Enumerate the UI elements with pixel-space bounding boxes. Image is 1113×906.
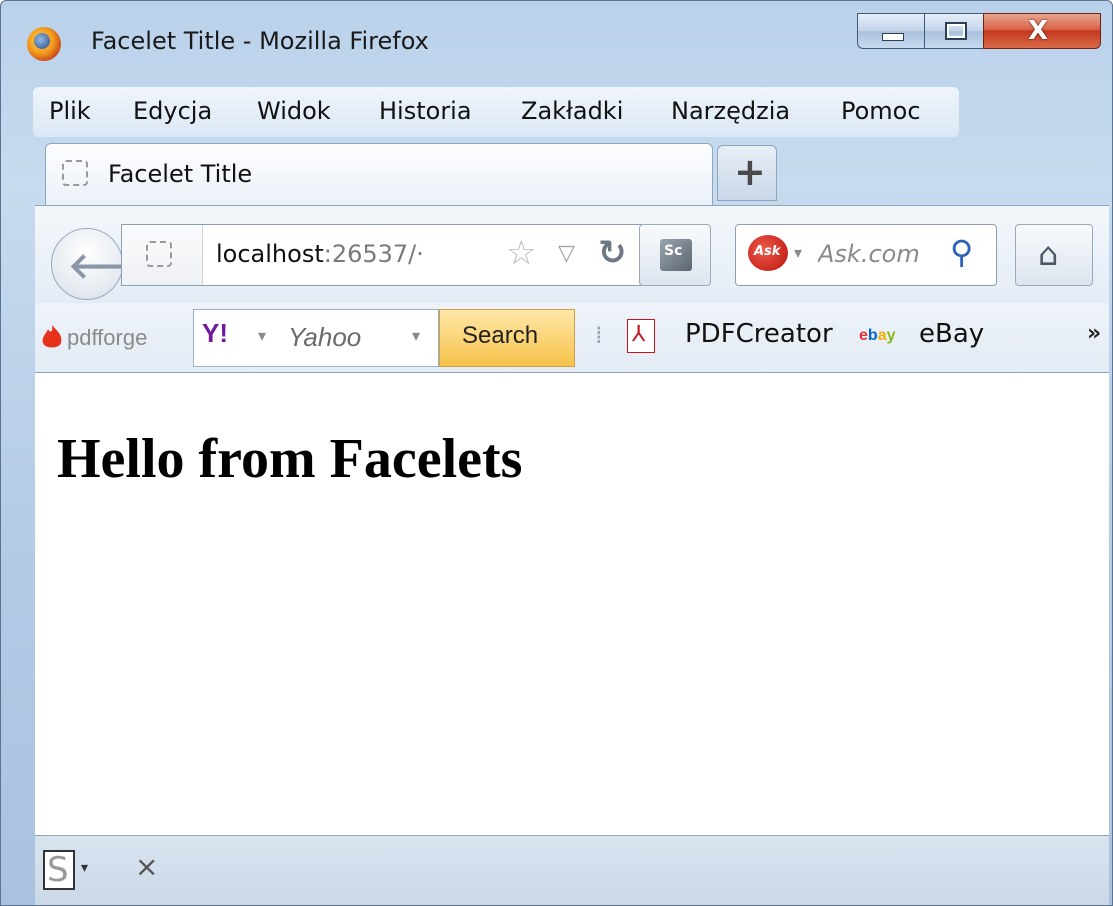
- home-button[interactable]: ⌂: [1015, 224, 1093, 286]
- search-icon[interactable]: ⚲: [950, 233, 973, 271]
- firefox-logo-icon[interactable]: [27, 27, 61, 61]
- navigation-toolbar: 🡐 localhost:26537/· ☆ ▽ ↻ Sc Ask ▾ Ask.c…: [35, 205, 1109, 303]
- new-tab-button[interactable]: +: [717, 145, 777, 201]
- caption-buttons: X: [857, 13, 1105, 53]
- plus-icon: +: [734, 150, 766, 194]
- bookmark-ebay[interactable]: eBay: [919, 319, 984, 349]
- yahoo-logo-icon[interactable]: Y!: [202, 318, 228, 349]
- tab-title: Facelet Title: [108, 160, 253, 188]
- page-favicon-icon: [62, 160, 88, 186]
- menu-item-pomoc[interactable]: Pomoc: [841, 97, 921, 125]
- url-text[interactable]: localhost:26537/·: [216, 240, 476, 268]
- page-heading: Hello from Facelets: [57, 428, 523, 490]
- yahoo-search-input[interactable]: Yahoo: [288, 322, 361, 353]
- url-bar[interactable]: localhost:26537/· ☆ ▽ ↻: [121, 224, 651, 286]
- ask-logo-text: Ask: [754, 244, 781, 259]
- menu-item-zakladki[interactable]: Zakładki: [521, 97, 623, 125]
- menu-item-narzedzia[interactable]: Narzędzia: [671, 97, 790, 125]
- toolbar-grip-icon[interactable]: ⁞: [595, 321, 603, 349]
- menu-item-plik[interactable]: Plik: [49, 97, 91, 125]
- search-box[interactable]: Ask ▾ Ask.com ⚲: [735, 224, 997, 286]
- s-addon-icon: S: [47, 850, 69, 890]
- menu-item-edycja[interactable]: Edycja: [133, 97, 212, 125]
- screen-capture-label: Sc: [664, 243, 683, 259]
- menu-item-historia[interactable]: Historia: [379, 97, 472, 125]
- yahoo-search-label: Search: [462, 322, 539, 349]
- url-path: :26537/·: [323, 240, 424, 268]
- maximize-icon: [945, 22, 967, 40]
- maximize-button[interactable]: [924, 13, 984, 49]
- window-title: Facelet Title - Mozilla Firefox: [91, 27, 429, 55]
- reload-icon[interactable]: ↻: [598, 233, 627, 273]
- yahoo-logo-dropdown-icon[interactable]: ▾: [258, 326, 266, 345]
- yahoo-search-button[interactable]: Search: [439, 309, 575, 367]
- url-host: localhost: [216, 240, 324, 268]
- bookmarks-toolbar: pdfforge Y! ▾ Yahoo ▾ Search ⁞ PDFCreato…: [35, 303, 1109, 373]
- tab-facelet-title[interactable]: Facelet Title: [45, 143, 713, 205]
- back-button[interactable]: 🡐: [51, 228, 165, 300]
- engine-dropdown-icon[interactable]: ▾: [794, 243, 802, 262]
- title-bar: Facelet Title - Mozilla Firefox X: [1, 1, 1112, 81]
- menu-item-widok[interactable]: Widok: [257, 97, 331, 125]
- s-addon-button[interactable]: S: [43, 850, 75, 890]
- bookmarks-overflow-chevron-icon[interactable]: »: [1087, 321, 1101, 346]
- close-button[interactable]: X: [983, 13, 1101, 49]
- page-content: Hello from Facelets: [35, 373, 1109, 835]
- ebay-icon[interactable]: ebay: [859, 327, 896, 345]
- close-icon: X: [1028, 16, 1049, 46]
- s-addon-dropdown-icon[interactable]: ▾: [81, 860, 88, 876]
- site-identity-icon: [146, 241, 172, 267]
- minimize-button[interactable]: [857, 13, 925, 49]
- pdfforge-label[interactable]: pdfforge: [67, 325, 147, 351]
- yahoo-search-box[interactable]: Y! ▾ Yahoo ▾: [193, 309, 439, 367]
- ask-engine-icon[interactable]: Ask: [748, 235, 788, 271]
- yahoo-history-dropdown-icon[interactable]: ▾: [412, 326, 420, 345]
- search-input[interactable]: Ask.com: [818, 240, 948, 268]
- status-bar: S ▾ ×: [35, 835, 1109, 905]
- menu-bar: Plik Edycja Widok Historia Zakładki Narz…: [33, 87, 959, 137]
- bookmark-star-icon[interactable]: ☆: [506, 233, 536, 273]
- site-identity-button[interactable]: [122, 225, 203, 285]
- browser-window: Facelet Title - Mozilla Firefox X Plik E…: [0, 0, 1113, 906]
- bookmark-pdfcreator[interactable]: PDFCreator: [685, 319, 833, 349]
- pdfforge-icon[interactable]: [39, 323, 65, 351]
- screen-capture-button[interactable]: Sc: [639, 224, 711, 286]
- minimize-icon: [882, 33, 904, 41]
- addon-bar-close-icon[interactable]: ×: [135, 850, 158, 883]
- history-dropdown-icon[interactable]: ▽: [558, 241, 575, 266]
- home-icon: ⌂: [1038, 235, 1059, 273]
- pdf-icon[interactable]: [627, 319, 655, 353]
